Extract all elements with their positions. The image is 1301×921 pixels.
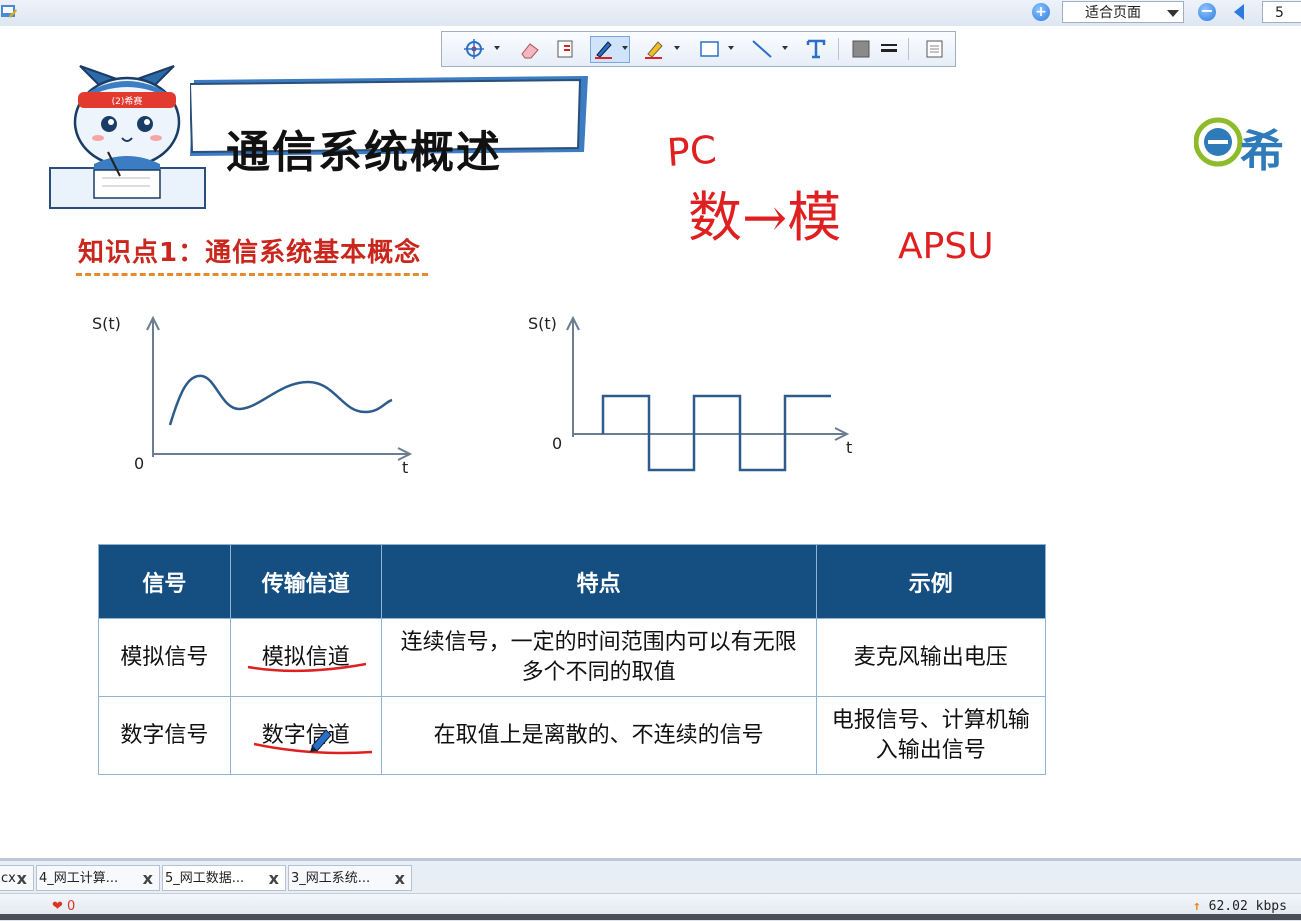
zoom-in-button[interactable]: + xyxy=(1032,3,1050,21)
table-header-cell: 示例 xyxy=(815,544,1047,619)
analog-y-axis-label: S(t) xyxy=(92,314,121,333)
tab-label: cx xyxy=(1,871,16,886)
upload-arrow-icon: ↑ xyxy=(1193,899,1201,914)
table-header-cell: 传输信道 xyxy=(229,544,382,619)
table-cell: 模拟信号 xyxy=(98,618,231,697)
like-count: 0 xyxy=(67,899,76,914)
table-cell: 电报信号、计算机输入输出信号 xyxy=(815,696,1047,775)
chevron-down-icon[interactable] xyxy=(622,46,628,50)
document-tab-active[interactable]: 5_网工数据... x xyxy=(162,865,286,891)
toolbar-divider xyxy=(908,38,909,60)
close-icon[interactable]: x xyxy=(269,866,279,890)
digital-origin-label: 0 xyxy=(552,434,563,453)
like-counter[interactable]: ❤ 0 xyxy=(52,899,75,914)
tab-label: 5_网工数据... xyxy=(165,871,245,886)
page-number-field[interactable]: 5 xyxy=(1262,1,1301,23)
viewer-top-bar: + 适合页面 − 5 xyxy=(0,0,1301,27)
table-header-cell: 特点 xyxy=(380,544,817,619)
table-header-row: 信号 传输信道 特点 示例 xyxy=(98,544,1047,619)
table-cell: 麦克风输出电压 xyxy=(815,618,1047,697)
table-header-cell: 信号 xyxy=(98,544,231,619)
chevron-down-icon[interactable] xyxy=(782,46,788,50)
analog-signal-curve xyxy=(168,374,393,426)
eraser-icon[interactable] xyxy=(518,38,542,60)
document-tab[interactable]: 3_网工系统... x xyxy=(288,865,412,891)
table-row: 数字信号 数字信道 在取值上是离散的、不连续的信号 电报信号、计算机输入输出信号 xyxy=(98,696,1047,775)
brand-logo-text: 希 xyxy=(1240,126,1284,177)
rectangle-icon[interactable] xyxy=(698,38,722,60)
knowledge-point-heading: 知识点1：通信系统基本概念 xyxy=(78,238,422,268)
crosshair-pointer-icon[interactable] xyxy=(462,38,486,60)
digital-x-axis-label: t xyxy=(846,438,853,457)
analog-signal-chart xyxy=(146,315,413,461)
app-icon[interactable] xyxy=(0,3,18,21)
network-speed-value: 62.02 kbps xyxy=(1208,899,1287,914)
toolbar-divider xyxy=(838,38,839,60)
line-width-icon[interactable] xyxy=(878,38,900,60)
table-row: 模拟信号 模拟信道 连续信号，一定的时间范围内可以有无限多个不同的取值 麦克风输… xyxy=(98,618,1047,697)
previous-page-icon[interactable] xyxy=(1234,4,1244,20)
tab-label: 4_网工计算... xyxy=(39,871,119,886)
stamp-icon[interactable] xyxy=(554,38,578,60)
digital-y-axis-label: S(t) xyxy=(528,314,557,333)
chevron-down-icon[interactable] xyxy=(494,46,500,50)
table-cell: 在取值上是离散的、不连续的信号 xyxy=(380,696,817,775)
document-tab-bar: cx x 4_网工计算... x 5_网工数据... x 3_网工系统... x xyxy=(0,861,1301,893)
text-tool-icon[interactable] xyxy=(804,38,828,60)
knowledge-point-underline xyxy=(76,273,428,276)
table-cell: 数字信道 xyxy=(229,696,382,775)
tab-label: 3_网工系统... xyxy=(291,871,371,886)
signal-comparison-table: 信号 传输信道 特点 示例 模拟信号 模拟信道 连续信号，一定的时间范围内可以有… xyxy=(98,544,1047,775)
network-speed: ↑ 62.02 kbps xyxy=(1193,899,1287,914)
document-tab[interactable]: 4_网工计算... x xyxy=(36,865,160,891)
mascot-headband-text: (2)希赛 xyxy=(112,95,143,107)
analog-origin-label: 0 xyxy=(134,454,145,473)
slide-title: 通信系统概述 xyxy=(226,127,502,178)
chevron-down-icon xyxy=(1167,10,1179,17)
page-number: 5 xyxy=(1275,5,1284,21)
line-icon[interactable] xyxy=(750,38,774,60)
digital-signal-chart xyxy=(566,315,850,472)
fill-color-icon[interactable] xyxy=(850,38,872,60)
zoom-out-button[interactable]: − xyxy=(1198,3,1216,21)
heart-icon: ❤ xyxy=(52,899,63,914)
document-tab[interactable]: cx x xyxy=(0,865,34,891)
chevron-down-icon[interactable] xyxy=(674,46,680,50)
cat-mascot-icon: (2)希赛 xyxy=(49,65,206,209)
window-bottom-edge xyxy=(0,914,1301,920)
close-icon[interactable]: x xyxy=(17,866,27,890)
page-view-icon[interactable] xyxy=(924,38,946,60)
close-icon[interactable]: x xyxy=(395,866,405,890)
annotation-toolbar xyxy=(441,31,956,67)
table-cell: 连续信号，一定的时间范围内可以有无限多个不同的取值 xyxy=(380,618,817,697)
highlighter-icon[interactable] xyxy=(642,38,666,60)
analog-x-axis-label: t xyxy=(402,458,409,477)
table-cell: 模拟信道 xyxy=(229,618,382,697)
pen-icon[interactable] xyxy=(592,38,616,60)
chevron-down-icon[interactable] xyxy=(728,46,734,50)
table-cell: 数字信号 xyxy=(98,696,231,775)
zoom-mode-label: 适合页面 xyxy=(1085,5,1141,21)
zoom-mode-dropdown[interactable]: 适合页面 xyxy=(1062,1,1184,23)
close-icon[interactable]: x xyxy=(143,866,153,890)
